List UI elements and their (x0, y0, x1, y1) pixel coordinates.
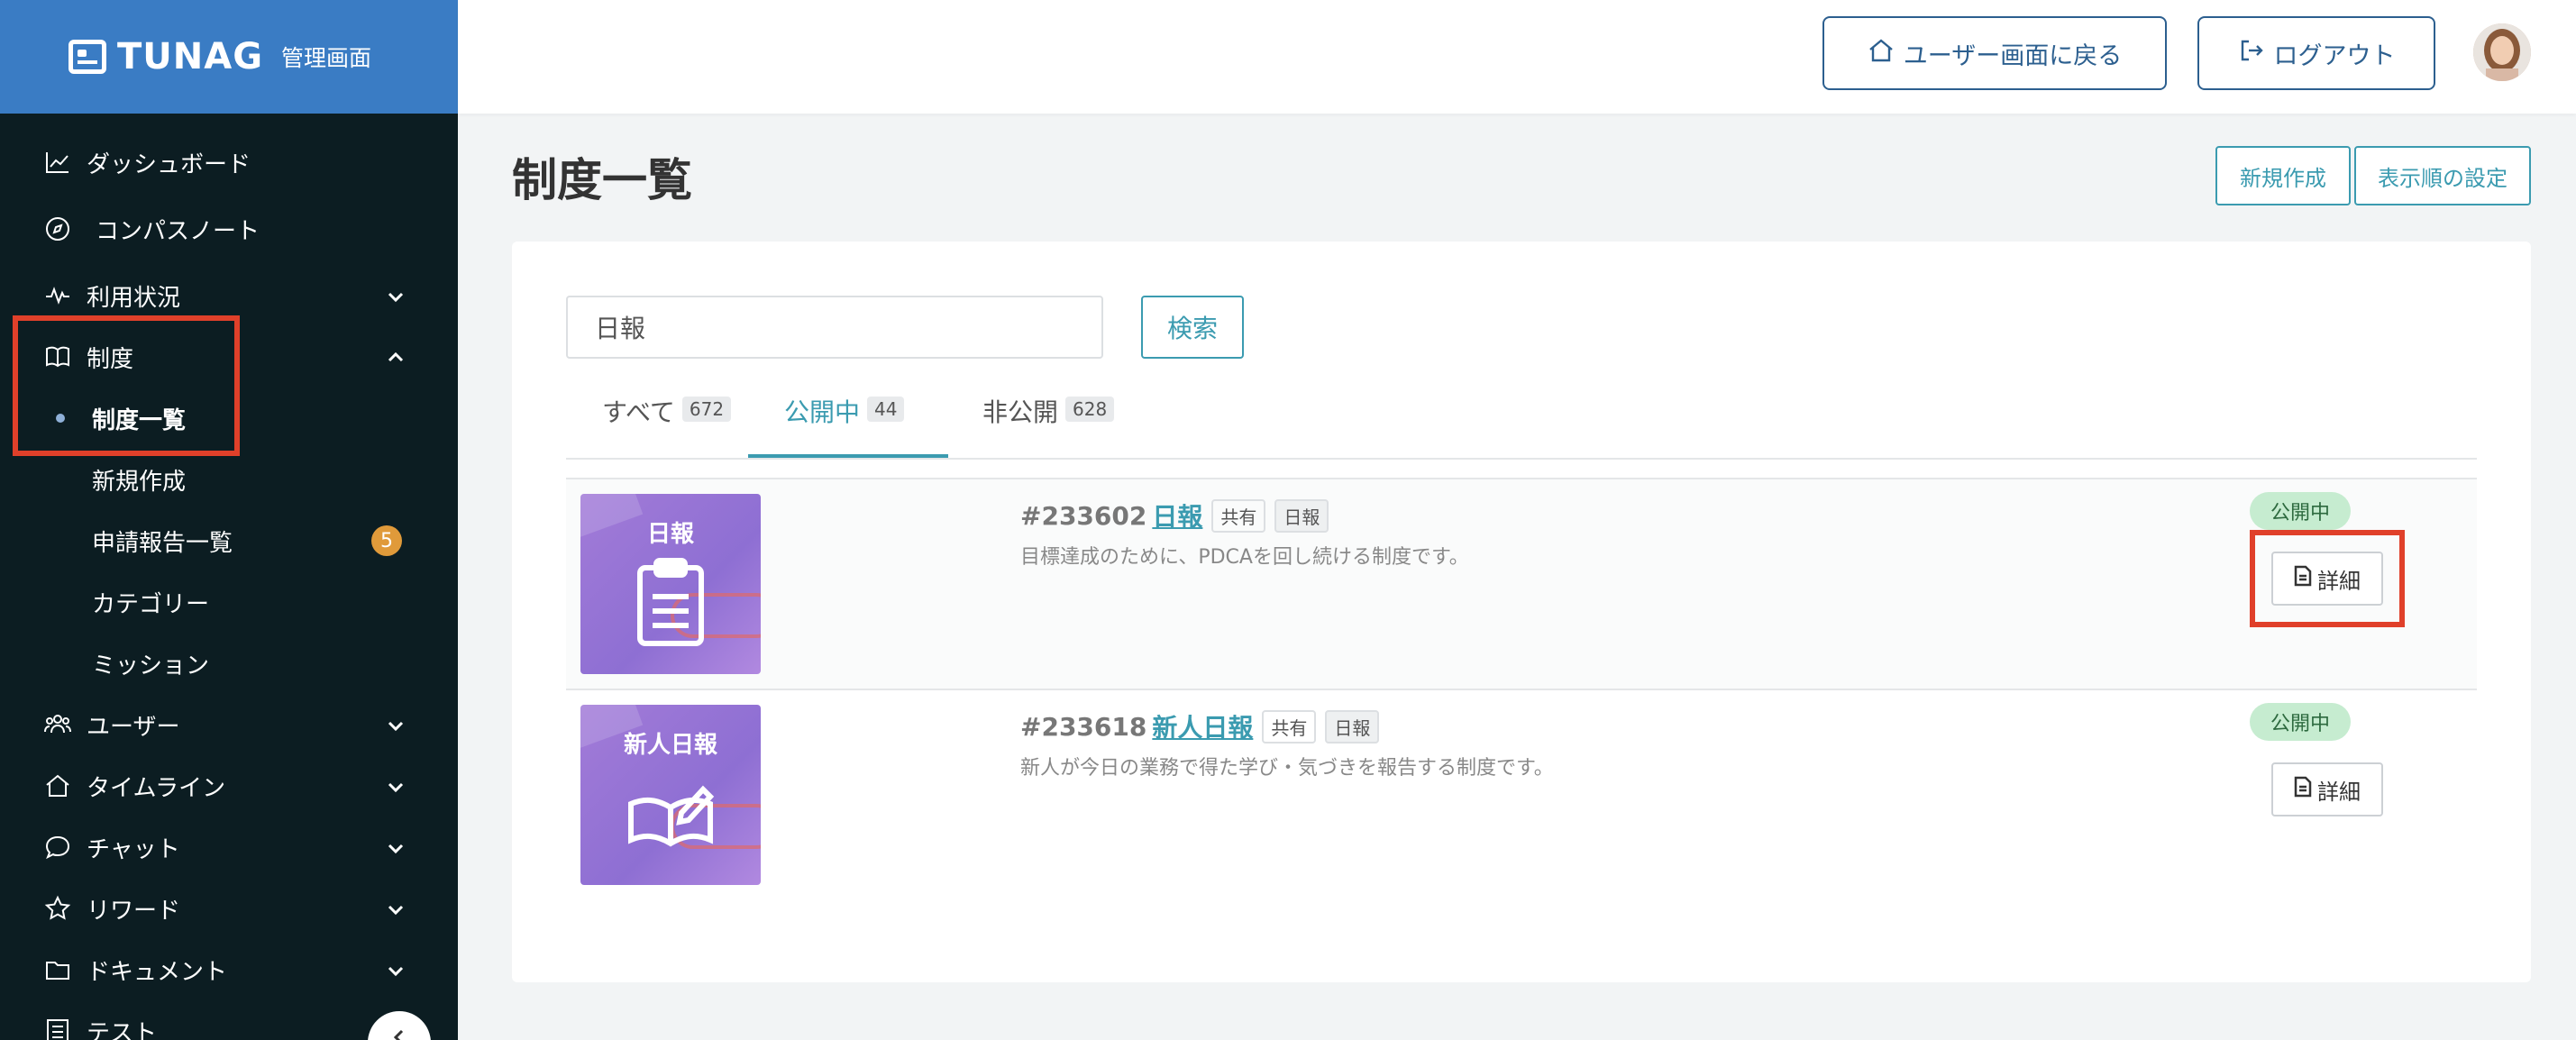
sidebar-item-reward[interactable]: リワード (0, 878, 458, 939)
highlight-box (2250, 530, 2405, 627)
page-title: 制度一覧 (512, 154, 692, 206)
chevron-down-icon (386, 776, 406, 796)
pulse-icon (43, 281, 72, 310)
tab-all[interactable]: すべて 672 (602, 393, 746, 458)
sidebar-item-label: ミッション (92, 652, 210, 680)
sidebar-item-label: テスト (87, 1019, 158, 1040)
sidebar-item-label: ユーザー (87, 713, 180, 741)
tag-category: 日報 (1325, 709, 1380, 744)
logout-icon (2238, 37, 2274, 70)
chevron-down-icon (386, 960, 406, 980)
tab-count: 44 (867, 397, 905, 422)
tab-count: 628 (1065, 397, 1115, 422)
tag-shared: 共有 (1262, 709, 1317, 744)
sidebar-item-dashboard[interactable]: ダッシュボード (0, 132, 458, 193)
sidebar: TUNAG 管理画面 ダッシュボード コンパスノート 利用状況 制度 制度一覧 … (0, 0, 458, 1040)
detail-button[interactable]: 詳細 (2271, 762, 2383, 816)
tab-label: すべて (602, 397, 675, 427)
system-id: #233602 (1020, 500, 1147, 531)
topbar: ユーザー画面に戻る ログアウト (458, 0, 2576, 114)
sidebar-item-users[interactable]: ユーザー (0, 694, 458, 755)
tab-label: 公開中 (784, 397, 861, 427)
home-icon (43, 771, 72, 800)
tag-shared: 共有 (1211, 498, 1266, 533)
sidebar-item-label: 新規作成 (92, 468, 187, 496)
notification-badge: 5 (371, 525, 402, 556)
tab-count: 672 (681, 397, 732, 422)
chevron-down-icon (386, 837, 406, 857)
list-icon (43, 1017, 72, 1040)
system-thumbnail[interactable]: 日報 (580, 494, 761, 674)
open-book-pencil-icon (626, 768, 716, 858)
system-thumbnail[interactable]: 新人日報 (580, 705, 761, 885)
display-order-button[interactable]: 表示順の設定 (2354, 146, 2531, 205)
chevron-down-icon (386, 286, 406, 306)
sidebar-subitem-mission[interactable]: ミッション (0, 633, 458, 694)
sidebar-item-timeline[interactable]: タイムライン (0, 755, 458, 816)
system-description: 目標達成のために、PDCAを回し続ける制度です。 (1020, 546, 1469, 569)
status-badge: 公開中 (2250, 703, 2351, 741)
sidebar-item-document[interactable]: ドキュメント (0, 939, 458, 1000)
sidebar-item-label: ドキュメント (87, 958, 228, 986)
compass-icon (43, 214, 72, 243)
back-to-user-screen-button[interactable]: ユーザー画面に戻る (1822, 16, 2167, 90)
logout-button[interactable]: ログアウト (2197, 16, 2435, 90)
sidebar-subitem-category[interactable]: カテゴリー (0, 571, 458, 633)
sidebar-item-label: ダッシュボード (87, 151, 251, 178)
system-description: 新人が今日の業務で得た学び・気づきを報告する制度です。 (1020, 757, 1554, 780)
sidebar-item-label: カテゴリー (92, 590, 210, 618)
avatar[interactable] (2473, 23, 2531, 81)
sidebar-subitem-new[interactable]: 新規作成 (0, 449, 458, 510)
system-id: #233618 (1020, 711, 1147, 742)
sidebar-item-label: タイムライン (87, 774, 226, 802)
chevron-up-icon (386, 347, 406, 367)
clipboard-icon (635, 557, 707, 647)
search-input[interactable] (566, 296, 1103, 359)
chevron-down-icon (386, 899, 406, 918)
home-icon (1868, 37, 1904, 70)
new-create-button[interactable]: 新規作成 (2215, 146, 2351, 205)
logout-button-label: ログアウト (2273, 41, 2396, 70)
sidebar-subitem-reports[interactable]: 申請報告一覧 5 (0, 510, 458, 571)
table-row: 日報 #233602 日報 共有 日報 目標達成のために、PDCAを回し続ける制… (566, 478, 2477, 689)
brand-subtitle: 管理画面 (281, 45, 372, 71)
system-name-link[interactable]: 新人日報 (1152, 708, 1253, 744)
detail-button-label: 詳細 (2317, 779, 2361, 805)
search-button[interactable]: 検索 (1141, 296, 1244, 359)
tag-category: 日報 (1274, 498, 1329, 533)
sidebar-item-label: 申請報告一覧 (92, 529, 233, 557)
thumbnail-title: 日報 (646, 521, 694, 548)
thumbnail-title: 新人日報 (623, 732, 717, 759)
table-row: 新人日報 #233618 新人日報 共有 日報 新人が今日の業務で得た学び・気づ… (566, 689, 2477, 899)
sidebar-item-label: チャット (87, 835, 180, 863)
brand-header[interactable]: TUNAG 管理画面 (0, 0, 458, 114)
users-icon (43, 710, 72, 739)
sidebar-item-label: 利用状況 (87, 284, 181, 312)
sidebar-item-chat[interactable]: チャット (0, 816, 458, 878)
system-list-card: 検索 すべて 672 公開中 44 非公開 628 日報 #233602 日報 … (512, 242, 2531, 982)
chevron-left-icon (389, 1027, 409, 1040)
chevron-down-icon (386, 715, 406, 734)
sidebar-item-label: リワード (87, 897, 181, 925)
brand-name: TUNAG (117, 36, 264, 78)
highlight-box (13, 315, 240, 456)
document-icon (2294, 776, 2317, 803)
star-icon (43, 894, 72, 923)
status-badge: 公開中 (2250, 492, 2351, 530)
chart-line-icon (43, 148, 72, 177)
status-tabs: すべて 672 公開中 44 非公開 628 (566, 393, 2477, 458)
system-name-link[interactable]: 日報 (1152, 497, 1202, 534)
sidebar-item-label: コンパスノート (96, 217, 260, 245)
folder-icon (43, 955, 72, 984)
chat-icon (43, 833, 72, 862)
tab-private[interactable]: 非公開 628 (964, 393, 1145, 458)
tab-label: 非公開 (982, 397, 1059, 427)
tunag-logo-icon (69, 40, 106, 74)
back-button-label: ユーザー画面に戻る (1903, 41, 2123, 70)
row-header: #233618 新人日報 共有 日報 (1020, 708, 1380, 744)
tabs-divider (566, 458, 2477, 460)
sidebar-item-compass-note[interactable]: コンパスノート (0, 193, 458, 265)
row-header: #233602 日報 共有 日報 (1020, 497, 1329, 534)
tab-public[interactable]: 公開中 44 (748, 393, 948, 458)
